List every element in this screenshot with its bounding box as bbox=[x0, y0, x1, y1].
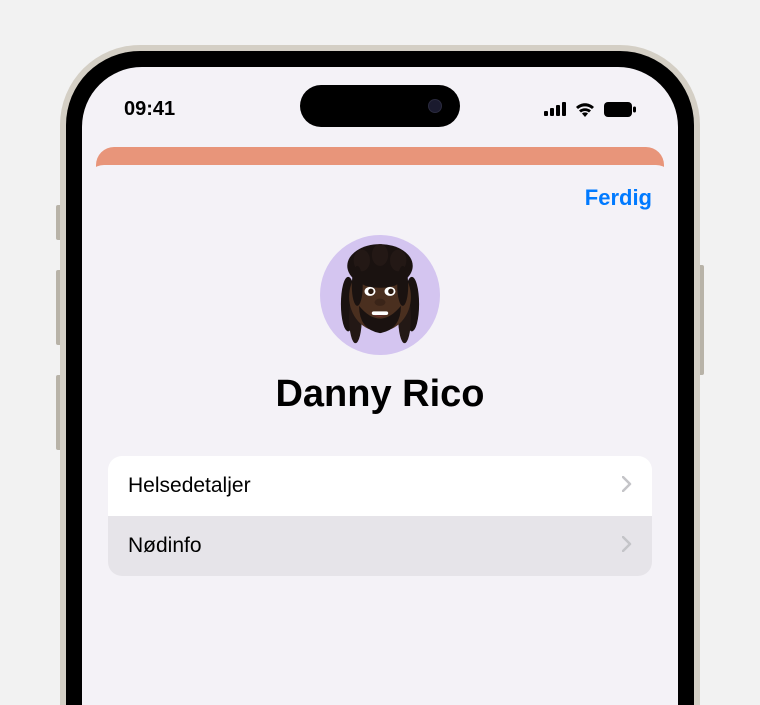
front-camera-icon bbox=[428, 99, 442, 113]
list-item-label: Helsedetaljer bbox=[128, 474, 251, 498]
avatar-section: Danny Rico bbox=[108, 235, 652, 416]
emergency-info-row[interactable]: Nødinfo bbox=[108, 516, 652, 576]
memoji-icon bbox=[330, 240, 430, 350]
cellular-signal-icon bbox=[544, 102, 566, 116]
phone-side-buttons-left bbox=[56, 205, 60, 480]
chevron-right-icon bbox=[622, 474, 632, 498]
phone-frame: 09:41 bbox=[60, 45, 700, 705]
battery-icon bbox=[604, 102, 636, 117]
phone-screen: 09:41 bbox=[82, 67, 678, 705]
phone-side-buttons-right bbox=[700, 265, 704, 375]
phone-bezel: 09:41 bbox=[66, 51, 694, 705]
done-button[interactable]: Ferdig bbox=[585, 185, 652, 211]
wifi-icon bbox=[574, 101, 596, 117]
dynamic-island bbox=[300, 85, 460, 127]
profile-name: Danny Rico bbox=[275, 373, 484, 416]
status-time: 09:41 bbox=[124, 98, 175, 121]
chevron-right-icon bbox=[622, 534, 632, 558]
profile-sheet: Ferdig bbox=[86, 165, 674, 705]
sheet-header: Ferdig bbox=[108, 185, 652, 211]
health-details-row[interactable]: Helsedetaljer bbox=[108, 456, 652, 516]
list-item-label: Nødinfo bbox=[128, 534, 202, 558]
status-icons bbox=[544, 101, 636, 117]
avatar[interactable] bbox=[320, 235, 440, 355]
settings-list: Helsedetaljer Nødinfo bbox=[108, 456, 652, 576]
